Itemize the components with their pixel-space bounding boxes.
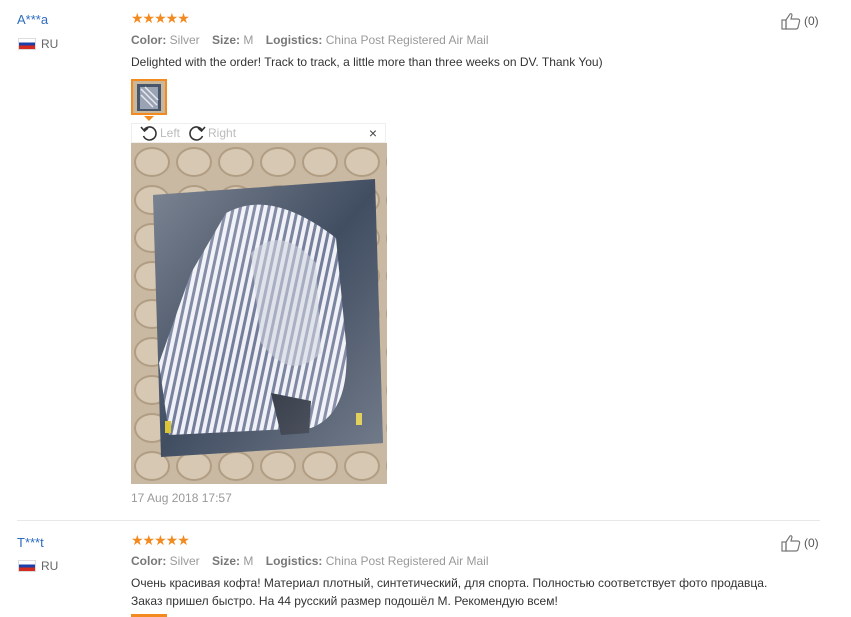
review-text: Очень красивая кофта! Материал плотный, … [131,574,821,610]
helpful-count: (0) [804,536,819,550]
rotate-right-label: Right [208,126,237,140]
review-photo-thumbnail[interactable] [131,79,167,115]
helpful-button[interactable]: (0) [781,534,819,552]
size-value: M [243,554,254,568]
photo-thumbnail-image [133,81,165,113]
review-text-line: Очень красивая кофта! Материал плотный, … [131,576,768,590]
order-attributes: Color: Silver Size: M Logistics: China P… [131,33,489,47]
rotate-left-button[interactable]: Left [140,124,180,142]
review-photo-image [131,143,387,484]
rotate-right-icon [189,126,206,141]
review-text-line: Заказ пришел быстро. На 44 русский разме… [131,594,558,608]
thumbnail-pointer [144,116,154,121]
close-icon[interactable]: × [369,125,377,141]
country-code: RU [41,559,59,573]
order-attributes: Color: Silver Size: M Logistics: China P… [131,554,489,568]
logistics-value: China Post Registered Air Mail [325,554,489,568]
thumbs-up-icon [781,13,801,30]
logistics-value: China Post Registered Air Mail [325,33,489,47]
country-code: RU [41,37,59,51]
size-value: M [243,33,254,47]
color-label: Color: [131,554,167,568]
color-label: Color: [131,33,167,47]
photo-viewer-toolbar: Left Right × [131,123,386,143]
size-label: Size: [212,33,241,47]
star-rating: ★★★★★ [131,10,190,26]
logistics-label: Logistics: [265,33,323,47]
reviewer-name[interactable]: A***a [17,12,48,27]
helpful-button[interactable]: (0) [781,12,819,30]
helpful-count: (0) [804,14,819,28]
review-photo-large [131,143,387,484]
color-value: Silver [169,33,200,47]
reviewer-name[interactable]: T***t [17,535,44,550]
rotate-left-icon [140,126,157,141]
rotate-right-button[interactable]: Right [188,124,236,142]
reviewer-country: RU [18,37,58,51]
review-text: Delighted with the order! Track to track… [131,55,603,69]
size-label: Size: [212,554,241,568]
review-date: 17 Aug 2018 17:57 [131,491,232,505]
review-divider [17,520,820,521]
thumbs-up-icon [781,535,801,552]
flag-ru-icon [18,560,36,572]
rotate-left-label: Left [160,126,181,140]
color-value: Silver [169,554,200,568]
logistics-label: Logistics: [265,554,323,568]
flag-ru-icon [18,38,36,50]
reviewer-country: RU [18,559,58,573]
star-rating: ★★★★★ [131,532,190,548]
